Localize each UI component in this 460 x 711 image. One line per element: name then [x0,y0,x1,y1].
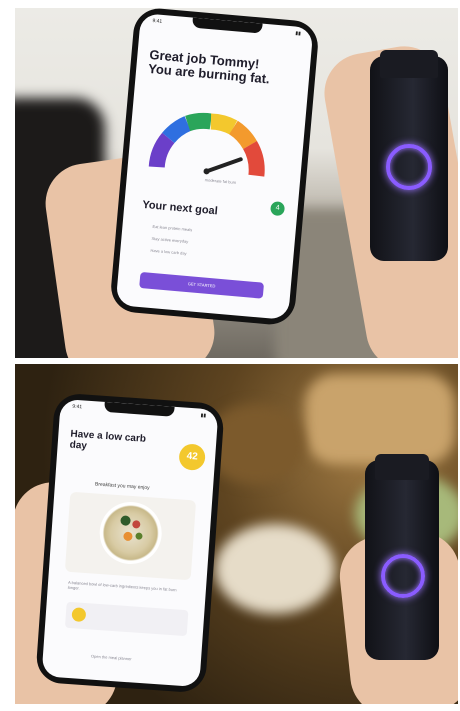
headline: Great job Tommy! You are burning fat. [147,46,271,87]
stats-row [64,601,189,637]
tip-text: A balanced bowl of low-carb ingredients … [67,579,177,593]
background-food-1 [305,374,455,464]
status-time: 9:41 [72,403,83,411]
goal-item-1: Eat lean protein meals [152,223,193,233]
device-light-ring [386,144,432,190]
battery-icon: ▮▮ [295,30,302,38]
device-cap [375,454,429,480]
notch [104,401,175,417]
get-started-button[interactable]: GET STARTED [139,271,265,299]
breath-device-bottom [365,454,439,660]
breath-device-top [370,50,448,261]
background-food-3 [215,524,335,614]
goal-badge[interactable]: 4 [269,201,286,217]
status-time: 9:41 [152,18,163,25]
headline: Have a low carb day [69,428,147,452]
fat-burn-gauge [148,112,265,177]
footer-label[interactable]: Open the meal planner [91,654,132,662]
notch [191,17,263,34]
photo-top: 9:41 ▮▮ Great job Tommy! You are burning… [15,8,458,358]
score-badge: 42 [178,443,207,472]
device-light-ring [381,554,425,598]
next-goal-title: Your next goal [141,198,219,218]
subtitle: Breakfast you may enjoy [94,481,150,492]
battery-icon: ▮▮ [200,412,207,419]
phone-top-screen: 9:41 ▮▮ Great job Tommy! You are burning… [115,13,314,320]
photo-bottom: 9:41 ▮▮ Have a low carb day 42 Breakfast… [15,364,458,704]
phone-top: 9:41 ▮▮ Great job Tommy! You are burning… [109,8,320,327]
goal-item-2: Stay active everyday [151,235,189,244]
goal-item-3: Have a low carb day [150,247,187,256]
device-cap [380,50,438,78]
bowl-image [97,499,164,567]
phone-bottom-screen: 9:41 ▮▮ Have a low carb day 42 Breakfast… [41,398,219,688]
phone-bottom: 9:41 ▮▮ Have a low carb day 42 Breakfast… [35,392,225,694]
meal-card[interactable] [64,491,197,581]
yellow-dot-icon [71,607,87,623]
